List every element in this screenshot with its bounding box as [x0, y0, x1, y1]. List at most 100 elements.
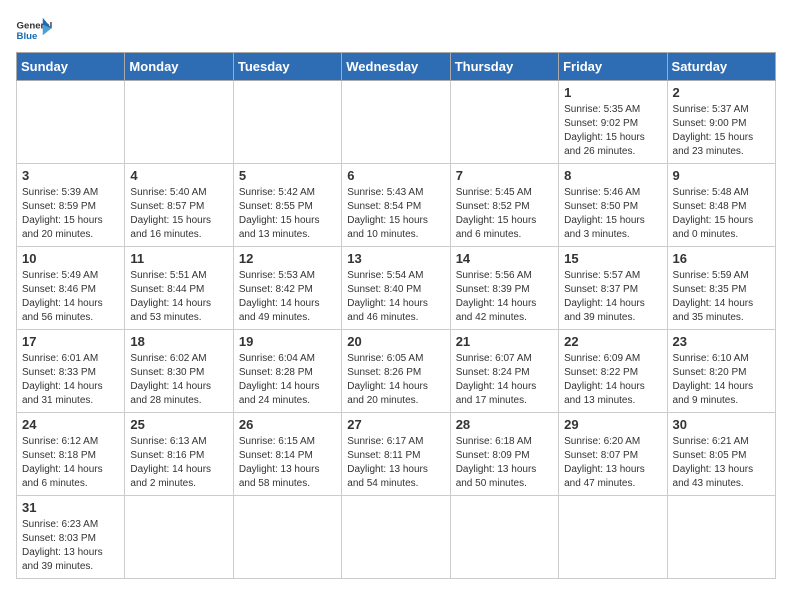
- svg-text:Blue: Blue: [17, 31, 38, 42]
- weekday-header-row: SundayMondayTuesdayWednesdayThursdayFrid…: [17, 53, 776, 81]
- calendar-cell: 21 Sunrise: 6:07 AMSunset: 8:24 PMDayligh…: [450, 330, 558, 413]
- calendar-cell: 3Sunrise: 5:39 AMSunset: 8:59 PMDaylight…: [17, 164, 125, 247]
- calendar-cell: 20 Sunrise: 6:05 AMSunset: 8:26 PMDayligh…: [342, 330, 450, 413]
- calendar-week-row: 3Sunrise: 5:39 AMSunset: 8:59 PMDaylight…: [17, 164, 776, 247]
- calendar-week-row: 1 Sunrise: 5:35 AMSunset: 9:02 PMDaylight…: [17, 81, 776, 164]
- calendar-cell: 24 Sunrise: 6:12 AMSunset: 8:18 PMDayligh…: [17, 413, 125, 496]
- day-info: Sunrise: 6:04 AMSunset: 8:28 PMDaylight:…: [239, 352, 336, 408]
- calendar-cell: [450, 496, 558, 579]
- day-info: Sunrise: 6:05 AMSunset: 8:26 PMDaylight:…: [347, 352, 444, 408]
- calendar-cell: 17Sunrise: 6:01 AMSunset: 8:33 PMDayligh…: [17, 330, 125, 413]
- weekday-header-thursday: Thursday: [450, 53, 558, 81]
- calendar-week-row: 31 Sunrise: 6:23 AMSunset: 8:03 PMDayligh…: [17, 496, 776, 579]
- calendar-cell: 16 Sunrise: 5:59 AMSunset: 8:35 PMDayligh…: [667, 247, 775, 330]
- day-number: 2: [673, 85, 770, 100]
- calendar-cell: 25 Sunrise: 6:13 AMSunset: 8:16 PMDayligh…: [125, 413, 233, 496]
- calendar-body: 1 Sunrise: 5:35 AMSunset: 9:02 PMDaylight…: [17, 81, 776, 579]
- day-number: 13: [347, 251, 444, 266]
- day-info: Sunrise: 6:23 AMSunset: 8:03 PMDaylight:…: [22, 518, 119, 574]
- calendar-cell: 29 Sunrise: 6:20 AMSunset: 8:07 PMDayligh…: [559, 413, 667, 496]
- weekday-header-sunday: Sunday: [17, 53, 125, 81]
- weekday-header-monday: Monday: [125, 53, 233, 81]
- day-number: 23: [673, 334, 770, 349]
- day-info: Sunrise: 5:43 AMSunset: 8:54 PMDaylight:…: [347, 186, 444, 242]
- day-info: Sunrise: 5:39 AMSunset: 8:59 PMDaylight:…: [22, 186, 119, 242]
- day-number: 24: [22, 417, 119, 432]
- day-info: Sunrise: 5:59 AMSunset: 8:35 PMDaylight:…: [673, 269, 770, 325]
- calendar-cell: [17, 81, 125, 164]
- day-number: 29: [564, 417, 661, 432]
- day-number: 6: [347, 168, 444, 183]
- day-number: 21: [456, 334, 553, 349]
- day-info: Sunrise: 6:09 AMSunset: 8:22 PMDaylight:…: [564, 352, 661, 408]
- day-number: 5: [239, 168, 336, 183]
- day-number: 26: [239, 417, 336, 432]
- day-number: 22: [564, 334, 661, 349]
- calendar-cell: 11Sunrise: 5:51 AMSunset: 8:44 PMDayligh…: [125, 247, 233, 330]
- day-number: 18: [130, 334, 227, 349]
- calendar-cell: 30Sunrise: 6:21 AMSunset: 8:05 PMDayligh…: [667, 413, 775, 496]
- day-info: Sunrise: 6:10 AMSunset: 8:20 PMDaylight:…: [673, 352, 770, 408]
- day-number: 19: [239, 334, 336, 349]
- weekday-header-wednesday: Wednesday: [342, 53, 450, 81]
- day-info: Sunrise: 5:45 AMSunset: 8:52 PMDaylight:…: [456, 186, 553, 242]
- day-info: Sunrise: 5:57 AMSunset: 8:37 PMDaylight:…: [564, 269, 661, 325]
- day-info: Sunrise: 5:46 AMSunset: 8:50 PMDaylight:…: [564, 186, 661, 242]
- day-info: Sunrise: 6:20 AMSunset: 8:07 PMDaylight:…: [564, 435, 661, 491]
- day-number: 16: [673, 251, 770, 266]
- calendar-cell: 12Sunrise: 5:53 AMSunset: 8:42 PMDayligh…: [233, 247, 341, 330]
- logo: General Blue: [16, 16, 52, 44]
- calendar-cell: 9Sunrise: 5:48 AMSunset: 8:48 PMDaylight…: [667, 164, 775, 247]
- day-number: 11: [130, 251, 227, 266]
- page-header: General Blue: [16, 16, 776, 44]
- calendar-cell: 31 Sunrise: 6:23 AMSunset: 8:03 PMDayligh…: [17, 496, 125, 579]
- calendar-cell: 2Sunrise: 5:37 AMSunset: 9:00 PMDaylight…: [667, 81, 775, 164]
- calendar-table: SundayMondayTuesdayWednesdayThursdayFrid…: [16, 52, 776, 579]
- calendar-cell: 4Sunrise: 5:40 AMSunset: 8:57 PMDaylight…: [125, 164, 233, 247]
- calendar-cell: 8 Sunrise: 5:46 AMSunset: 8:50 PMDaylight…: [559, 164, 667, 247]
- calendar-cell: 5Sunrise: 5:42 AMSunset: 8:55 PMDaylight…: [233, 164, 341, 247]
- day-number: 10: [22, 251, 119, 266]
- calendar-cell: [342, 496, 450, 579]
- day-number: 15: [564, 251, 661, 266]
- calendar-cell: 22 Sunrise: 6:09 AMSunset: 8:22 PMDayligh…: [559, 330, 667, 413]
- day-number: 31: [22, 500, 119, 515]
- calendar-cell: [233, 496, 341, 579]
- calendar-cell: 15 Sunrise: 5:57 AMSunset: 8:37 PMDayligh…: [559, 247, 667, 330]
- day-info: Sunrise: 6:13 AMSunset: 8:16 PMDaylight:…: [130, 435, 227, 491]
- day-info: Sunrise: 6:18 AMSunset: 8:09 PMDaylight:…: [456, 435, 553, 491]
- day-info: Sunrise: 5:56 AMSunset: 8:39 PMDaylight:…: [456, 269, 553, 325]
- calendar-cell: [667, 496, 775, 579]
- calendar-cell: 6 Sunrise: 5:43 AMSunset: 8:54 PMDaylight…: [342, 164, 450, 247]
- day-info: Sunrise: 5:48 AMSunset: 8:48 PMDaylight:…: [673, 186, 770, 242]
- day-info: Sunrise: 6:07 AMSunset: 8:24 PMDaylight:…: [456, 352, 553, 408]
- calendar-cell: 23 Sunrise: 6:10 AMSunset: 8:20 PMDayligh…: [667, 330, 775, 413]
- day-number: 20: [347, 334, 444, 349]
- day-info: Sunrise: 6:12 AMSunset: 8:18 PMDaylight:…: [22, 435, 119, 491]
- calendar-cell: 1 Sunrise: 5:35 AMSunset: 9:02 PMDaylight…: [559, 81, 667, 164]
- day-info: Sunrise: 6:17 AMSunset: 8:11 PMDaylight:…: [347, 435, 444, 491]
- calendar-week-row: 10 Sunrise: 5:49 AMSunset: 8:46 PMDayligh…: [17, 247, 776, 330]
- calendar-cell: [342, 81, 450, 164]
- day-number: 8: [564, 168, 661, 183]
- day-info: Sunrise: 5:35 AMSunset: 9:02 PMDaylight:…: [564, 103, 661, 159]
- calendar-cell: 18Sunrise: 6:02 AMSunset: 8:30 PMDayligh…: [125, 330, 233, 413]
- calendar-week-row: 24 Sunrise: 6:12 AMSunset: 8:18 PMDayligh…: [17, 413, 776, 496]
- day-number: 25: [130, 417, 227, 432]
- calendar-week-row: 17Sunrise: 6:01 AMSunset: 8:33 PMDayligh…: [17, 330, 776, 413]
- day-number: 17: [22, 334, 119, 349]
- day-info: Sunrise: 6:21 AMSunset: 8:05 PMDaylight:…: [673, 435, 770, 491]
- calendar-cell: 13Sunrise: 5:54 AMSunset: 8:40 PMDayligh…: [342, 247, 450, 330]
- calendar-cell: [450, 81, 558, 164]
- day-info: Sunrise: 6:15 AMSunset: 8:14 PMDaylight:…: [239, 435, 336, 491]
- calendar-cell: 27 Sunrise: 6:17 AMSunset: 8:11 PMDayligh…: [342, 413, 450, 496]
- weekday-header-tuesday: Tuesday: [233, 53, 341, 81]
- calendar-cell: [125, 81, 233, 164]
- calendar-cell: 28Sunrise: 6:18 AMSunset: 8:09 PMDayligh…: [450, 413, 558, 496]
- calendar-cell: [125, 496, 233, 579]
- day-number: 27: [347, 417, 444, 432]
- weekday-header-friday: Friday: [559, 53, 667, 81]
- calendar-cell: 26 Sunrise: 6:15 AMSunset: 8:14 PMDayligh…: [233, 413, 341, 496]
- day-number: 1: [564, 85, 661, 100]
- day-info: Sunrise: 5:49 AMSunset: 8:46 PMDaylight:…: [22, 269, 119, 325]
